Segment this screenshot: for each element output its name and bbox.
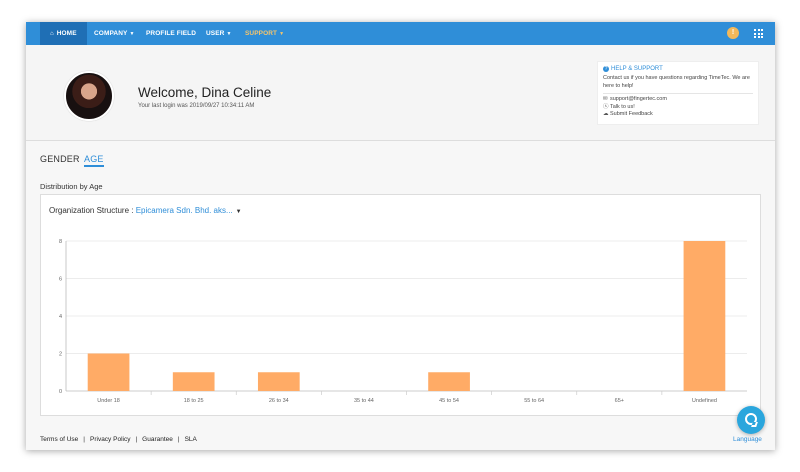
y-tick-label: 4 (59, 314, 62, 320)
chat-bubbles-icon: ☁ (603, 111, 609, 117)
help-support-box: ? HELP & SUPPORT Contact us if you have q… (597, 61, 759, 125)
x-tick-label: 65+ (615, 398, 624, 404)
caret-down-icon: ▼ (129, 31, 135, 37)
caret-down-icon: ▼ (226, 31, 232, 37)
envelope-icon: ✉ (603, 96, 608, 102)
welcome-title: Welcome, Dina Celine (138, 85, 272, 100)
guarantee-link[interactable]: Guarantee (142, 436, 173, 443)
terms-of-use-link[interactable]: Terms of Use (40, 436, 78, 443)
section-title: Distribution by Age (40, 182, 103, 191)
x-tick-label: 18 to 25 (184, 398, 204, 404)
apps-grid-icon[interactable] (754, 29, 763, 38)
age-distribution-chart: 0 2 4 6 8 Under 18 18 to 25 26 to 34 35 to 44 45 … (59, 239, 747, 404)
y-tick-label: 6 (59, 277, 62, 283)
nav-support[interactable]: SUPPORT ▼ (235, 22, 294, 45)
x-tick-label: 35 to 44 (354, 398, 374, 404)
chat-button[interactable] (737, 406, 765, 434)
x-tick-label: 55 to 64 (524, 398, 544, 404)
tab-age[interactable]: AGE (84, 154, 104, 167)
skype-icon: ⓢ (603, 103, 609, 110)
bar-26-to-34[interactable] (257, 372, 300, 391)
sla-link[interactable]: SLA (185, 436, 197, 443)
bar-undefined[interactable] (683, 241, 726, 391)
privacy-policy-link[interactable]: Privacy Policy (90, 436, 130, 443)
last-login-text: Your last login was 2019/09/27 10:34:11 … (138, 103, 255, 109)
nav-home[interactable]: ⌂ HOME (40, 22, 87, 45)
y-tick-label: 2 (59, 352, 62, 358)
home-icon: ⌂ (50, 31, 54, 37)
x-tick-label: Undefined (692, 398, 717, 404)
bar-45-to-54[interactable] (428, 372, 470, 391)
avatar (64, 71, 114, 121)
question-circle-icon: ? (603, 66, 609, 72)
tab-gender[interactable]: GENDER (40, 154, 80, 164)
welcome-header: Welcome, Dina Celine Your last login was… (26, 45, 775, 141)
y-tick-label: 8 (59, 239, 62, 245)
x-tick-label: Under 18 (97, 398, 120, 404)
chart-card: Organization Structure : Epicamera Sdn. … (40, 194, 761, 416)
x-tick-label: 45 to 54 (439, 398, 459, 404)
talk-to-us-link[interactable]: ⓢTalk to us! (603, 104, 753, 112)
x-tick-label: 26 to 34 (269, 398, 289, 404)
footer-separator: | (177, 436, 180, 443)
footer-separator: | (135, 436, 138, 443)
language-link[interactable]: Language (733, 436, 762, 443)
submit-feedback-link[interactable]: ☁ Submit Feedback (603, 111, 753, 119)
help-description: Contact us if you have questions regardi… (603, 75, 750, 89)
bar-18-to-25[interactable] (172, 372, 215, 391)
footer-links: Terms of Use | Privacy Policy | Guarantee | SL… (40, 436, 197, 443)
help-title: ? HELP & SUPPORT (603, 66, 663, 72)
y-tick-label: 0 (59, 389, 62, 395)
support-email-link[interactable]: ✉ support@fingertec.com (603, 96, 753, 104)
lightbulb-icon[interactable]: ! (727, 27, 739, 39)
footer-separator: | (83, 436, 85, 443)
divider (603, 93, 753, 94)
app-window: ⌂ HOME COMPANY ▼ PROFILE FIELD USER ▼ SUPPO… (26, 22, 775, 450)
bar-under-18[interactable] (87, 353, 130, 392)
caret-down-icon: ▼ (279, 31, 285, 37)
top-navbar: ⌂ HOME COMPANY ▼ PROFILE FIELD USER ▼ SUPPO… (26, 22, 775, 45)
